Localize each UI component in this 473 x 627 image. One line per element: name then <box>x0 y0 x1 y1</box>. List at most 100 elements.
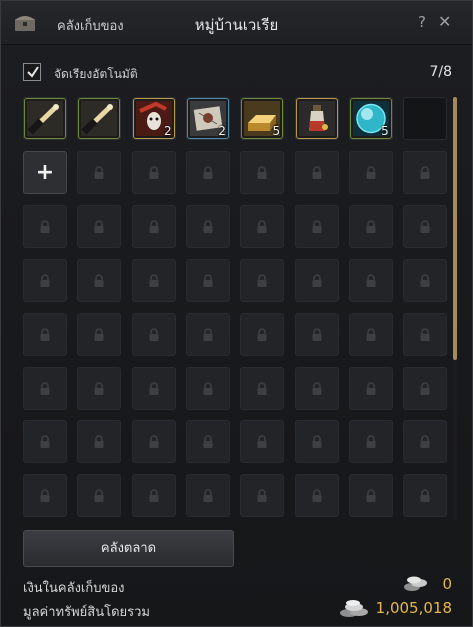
lock-icon <box>40 381 50 395</box>
lock-icon <box>366 327 376 341</box>
locked-slot <box>23 420 67 464</box>
help-button[interactable]: ? <box>418 13 426 31</box>
locked-slot <box>240 474 285 518</box>
locked-slot <box>348 312 393 356</box>
inventory-slot[interactable] <box>294 97 339 140</box>
lock-icon <box>149 435 159 449</box>
lock-icon <box>312 220 321 233</box>
lock-icon <box>203 327 213 341</box>
lock-icon <box>366 381 376 395</box>
lock-icon <box>420 327 430 341</box>
locked-slot <box>77 258 122 302</box>
lock-icon <box>203 166 213 179</box>
lock-icon <box>149 381 159 395</box>
locked-slot <box>185 312 230 356</box>
inventory-slot[interactable]: 5 <box>240 97 285 140</box>
locked-slot <box>348 474 393 518</box>
locked-slot <box>348 258 393 302</box>
lock-icon <box>149 220 159 233</box>
lock-icon <box>40 489 50 503</box>
lock-icon <box>94 381 104 395</box>
storage-money-label: เงินในคลังเก็บของ <box>23 581 125 596</box>
inventory-slot[interactable]: 5 <box>348 97 393 140</box>
lock-icon <box>203 489 213 503</box>
lock-icon <box>366 166 376 179</box>
lock-icon <box>40 327 50 341</box>
lock-icon <box>40 273 50 287</box>
lock-icon <box>366 220 376 233</box>
locked-slot <box>403 258 448 302</box>
locked-slot <box>294 258 339 302</box>
locked-slot <box>185 420 230 464</box>
lock-icon <box>312 327 321 341</box>
locked-slot <box>403 204 448 248</box>
locked-slot <box>240 312 285 356</box>
close-button[interactable]: ✕ <box>438 12 451 31</box>
locked-slot <box>77 366 122 410</box>
locked-slot <box>403 474 448 518</box>
autosort-label: จัดเรียงอัตโนมัติ <box>54 67 138 81</box>
lock-icon <box>203 381 213 395</box>
lock-icon <box>257 166 267 179</box>
inventory-slot[interactable] <box>23 97 67 140</box>
check-icon <box>27 66 39 78</box>
lock-icon <box>257 327 267 341</box>
locked-slot <box>348 366 393 410</box>
item-count: 2 <box>218 124 226 138</box>
locked-slot <box>23 312 67 356</box>
title-bar: คลังเก็บของ หมู่บ้านเวเรีย ? ✕ <box>1 1 472 45</box>
locked-slot <box>131 150 176 194</box>
lock-icon <box>420 435 430 449</box>
lock-icon <box>94 220 104 233</box>
locked-slot <box>185 258 230 302</box>
lock-icon <box>420 489 430 503</box>
total-worth-value: 1,005,018 <box>375 599 452 617</box>
locked-slot <box>23 258 67 302</box>
lock-icon <box>312 435 321 449</box>
locked-slot <box>77 312 122 356</box>
lock-icon <box>203 273 213 287</box>
market-storage-button[interactable]: คลังตลาด <box>23 530 234 567</box>
locked-slot <box>23 366 67 410</box>
lock-icon <box>94 435 104 449</box>
locked-slot <box>294 312 339 356</box>
lock-icon <box>420 166 430 179</box>
empty-slot[interactable] <box>403 97 448 140</box>
locked-slot <box>131 366 176 410</box>
lock-icon <box>312 273 321 287</box>
lock-icon <box>257 435 267 449</box>
locked-slot <box>403 366 448 410</box>
inventory-slot[interactable] <box>77 97 122 140</box>
lock-icon <box>149 489 159 503</box>
locked-slot <box>403 150 448 194</box>
lock-icon <box>257 273 267 287</box>
locked-slot <box>348 150 393 194</box>
locked-slot <box>294 474 339 518</box>
scrollbar[interactable] <box>453 97 457 521</box>
locked-slot <box>240 204 285 248</box>
locked-slot <box>77 150 122 194</box>
locked-slot <box>23 204 67 248</box>
lock-icon <box>420 381 430 395</box>
locked-slot <box>23 474 67 518</box>
lock-icon <box>366 435 376 449</box>
locked-slot <box>348 204 393 248</box>
scroll-thumb[interactable] <box>453 97 457 360</box>
locked-slot <box>294 150 339 194</box>
locked-slot <box>294 366 339 410</box>
locked-slot <box>240 150 285 194</box>
plus-icon: + <box>35 159 55 185</box>
locked-slot <box>294 420 339 464</box>
autosort-checkbox[interactable] <box>23 63 41 81</box>
storage-window: คลังเก็บของ หมู่บ้านเวเรีย ? ✕ จัดเรียงอ… <box>0 0 473 627</box>
locked-slot <box>240 258 285 302</box>
expand-slot-button[interactable]: + <box>23 150 67 194</box>
lock-icon <box>149 327 159 341</box>
inventory-slot[interactable]: 2 <box>131 97 176 140</box>
lock-icon <box>203 220 213 233</box>
locked-slot <box>185 366 230 410</box>
inventory-slot[interactable]: 2 <box>185 97 230 140</box>
lock-icon <box>203 435 213 449</box>
lock-icon <box>94 166 104 179</box>
locked-slot <box>131 420 176 464</box>
